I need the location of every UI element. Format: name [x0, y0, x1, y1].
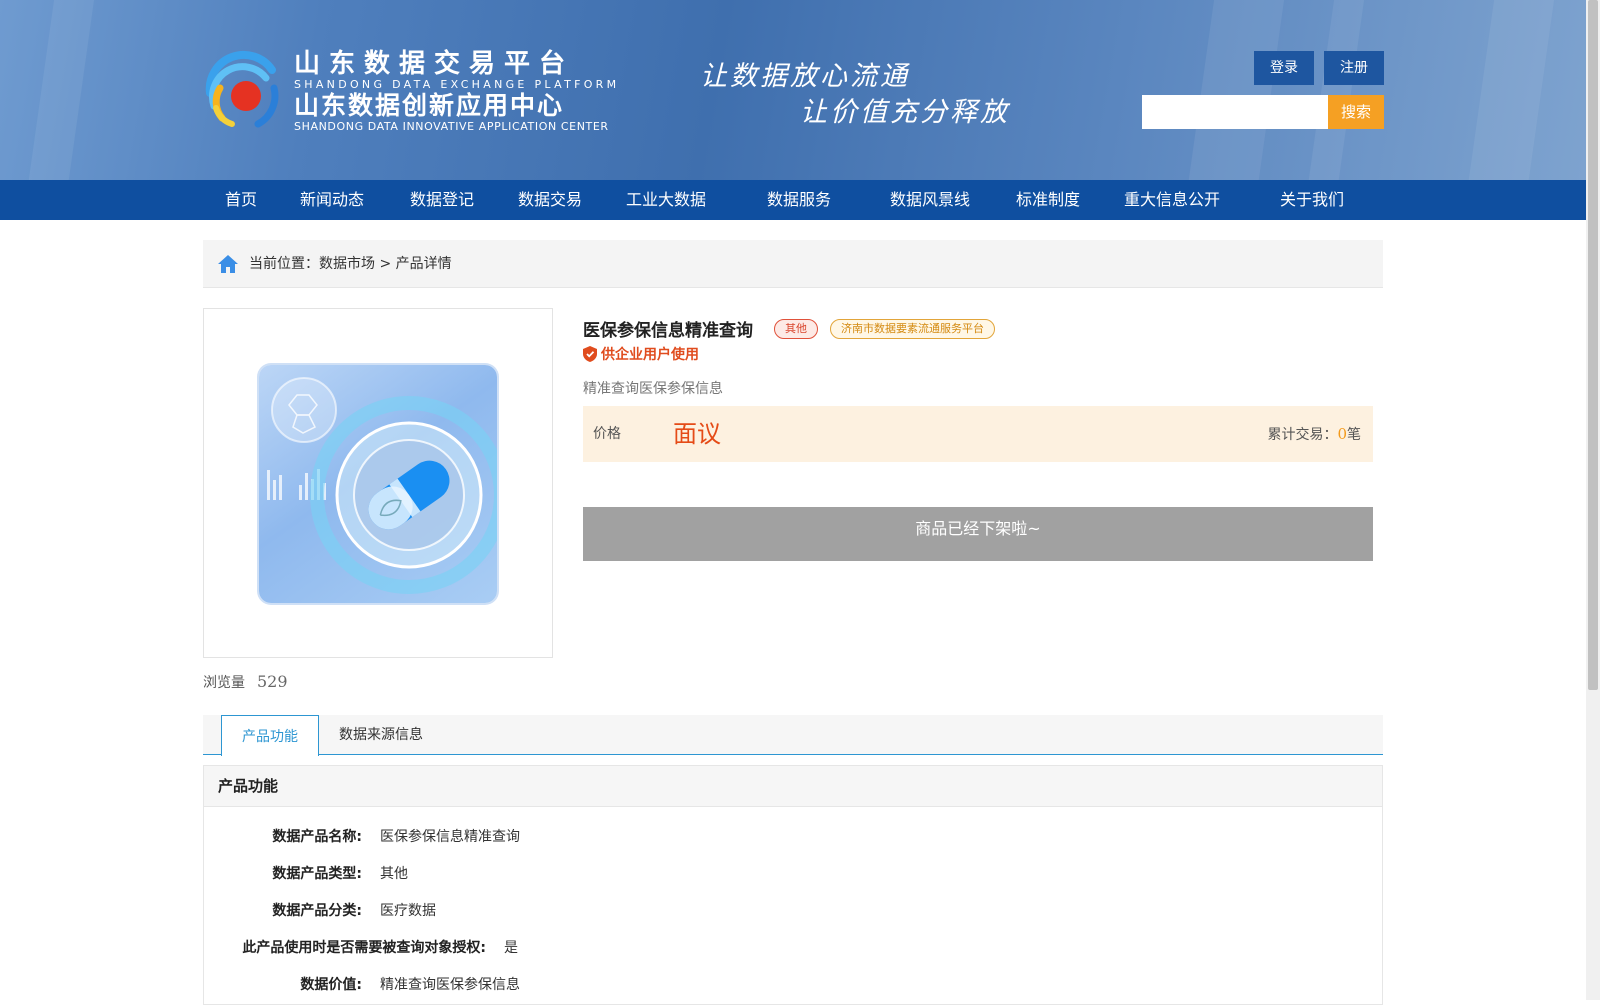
detail-value: 其他 — [380, 866, 408, 882]
tab-data-source[interactable]: 数据来源信息 — [339, 715, 423, 755]
logo-icon[interactable] — [200, 48, 284, 132]
breadcrumb-text: 当前位置：数据市场 > 产品详情 — [249, 240, 452, 288]
detail-label: 数据产品名称: — [272, 829, 362, 845]
platform-tag: 济南市数据要素流通服务平台 — [830, 319, 995, 339]
trade-count: 累计交易：0笔 — [1267, 406, 1361, 463]
scrollbar-thumb[interactable] — [1588, 0, 1598, 690]
header-decoration — [23, 0, 97, 180]
off-shelf-banner: 商品已经下架啦~ — [583, 507, 1373, 561]
platform-name: 山东数据交易平台 — [294, 49, 575, 79]
detail-tabs: 产品功能 数据来源信息 — [203, 715, 1383, 756]
search-button[interactable]: 搜索 — [1328, 95, 1384, 129]
view-count: 浏览量 529 — [203, 672, 288, 692]
audience-text: 供企业用户使用 — [601, 347, 699, 363]
breadcrumb: 当前位置：数据市场 > 产品详情 — [203, 240, 1383, 288]
product-features-section: 产品功能 数据产品名称: 医保参保信息精准查询 数据产品类型: 其他 数据产品分… — [203, 765, 1383, 1005]
detail-value: 是 — [504, 940, 518, 956]
detail-label: 此产品使用时是否需要被查询对象授权: — [242, 940, 486, 956]
tab-product-features[interactable]: 产品功能 — [221, 715, 319, 756]
search-input[interactable] — [1142, 95, 1328, 129]
product-description: 精准查询医保参保信息 — [583, 381, 723, 397]
register-button[interactable]: 注册 — [1324, 51, 1384, 85]
audience-notice: 供企业用户使用 — [583, 344, 699, 364]
header-decoration — [1463, 0, 1557, 180]
detail-value: 医疗数据 — [380, 903, 436, 919]
capsule-illustration — [267, 377, 497, 594]
nav-item-about[interactable]: 关于我们 — [1280, 180, 1344, 220]
trade-count-value: 0 — [1337, 425, 1347, 443]
nav-item-industrial-big-data[interactable]: 工业大数据 — [626, 180, 706, 220]
detail-value: 精准查询医保参保信息 — [380, 977, 520, 993]
price-label: 价格 — [593, 426, 621, 442]
main-nav: 首页 新闻动态 数据登记 数据交易 工业大数据 数据服务 数据风景线 标准制度 … — [0, 180, 1586, 220]
price-panel: 价格 面议 累计交易：0笔 — [583, 406, 1373, 462]
views-value: 529 — [257, 672, 288, 691]
shield-check-icon — [583, 346, 597, 362]
product-image-frame — [203, 308, 553, 658]
detail-label: 数据产品分类: — [272, 903, 362, 919]
nav-item-news[interactable]: 新闻动态 — [300, 180, 364, 220]
detail-value: 医保参保信息精准查询 — [380, 829, 520, 845]
category-tag: 其他 — [774, 319, 818, 339]
nav-item-data-trading[interactable]: 数据交易 — [518, 180, 582, 220]
header-decoration — [1303, 0, 1367, 180]
nav-item-data-registration[interactable]: 数据登记 — [410, 180, 474, 220]
detail-label: 数据产品类型: — [272, 866, 362, 882]
breadcrumb-prefix: 当前位置： — [249, 256, 319, 272]
section-heading: 产品功能 — [204, 766, 1382, 807]
home-icon — [218, 255, 238, 273]
nav-item-disclosure[interactable]: 重大信息公开 — [1124, 180, 1220, 220]
price-value: 面议 — [673, 420, 721, 448]
trade-label: 累计交易： — [1267, 427, 1338, 443]
login-button[interactable]: 登录 — [1254, 51, 1314, 85]
nav-item-home[interactable]: 首页 — [225, 180, 257, 220]
trade-unit: 笔 — [1347, 427, 1361, 443]
logo-text: 山东数据交易平台 SHANDONG DATA EXCHANGE PLATFORM… — [294, 50, 619, 133]
site-header: 山东数据交易平台 SHANDONG DATA EXCHANGE PLATFORM… — [0, 0, 1586, 180]
slogan-line-1: 让数据放心流通 — [700, 61, 910, 92]
product-title: 医保参保信息精准查询 — [583, 321, 753, 341]
center-name: 山东数据创新应用中心 — [294, 91, 565, 120]
center-name-en: SHANDONG DATA INNOVATIVE APPLICATION CEN… — [294, 120, 609, 133]
views-label: 浏览量 — [203, 675, 245, 691]
nav-item-data-services[interactable]: 数据服务 — [767, 180, 831, 220]
nav-item-standards[interactable]: 标准制度 — [1016, 180, 1080, 220]
breadcrumb-path[interactable]: 数据市场 > 产品详情 — [319, 256, 452, 272]
page-scrollbar[interactable] — [1586, 0, 1600, 1000]
nav-item-data-scenery[interactable]: 数据风景线 — [890, 180, 970, 220]
detail-label: 数据价值: — [300, 977, 362, 993]
product-image — [259, 365, 497, 603]
platform-name-en: SHANDONG DATA EXCHANGE PLATFORM — [294, 78, 620, 91]
slogan-line-2: 让价值充分释放 — [800, 97, 1010, 128]
header-decoration — [1183, 0, 1287, 180]
